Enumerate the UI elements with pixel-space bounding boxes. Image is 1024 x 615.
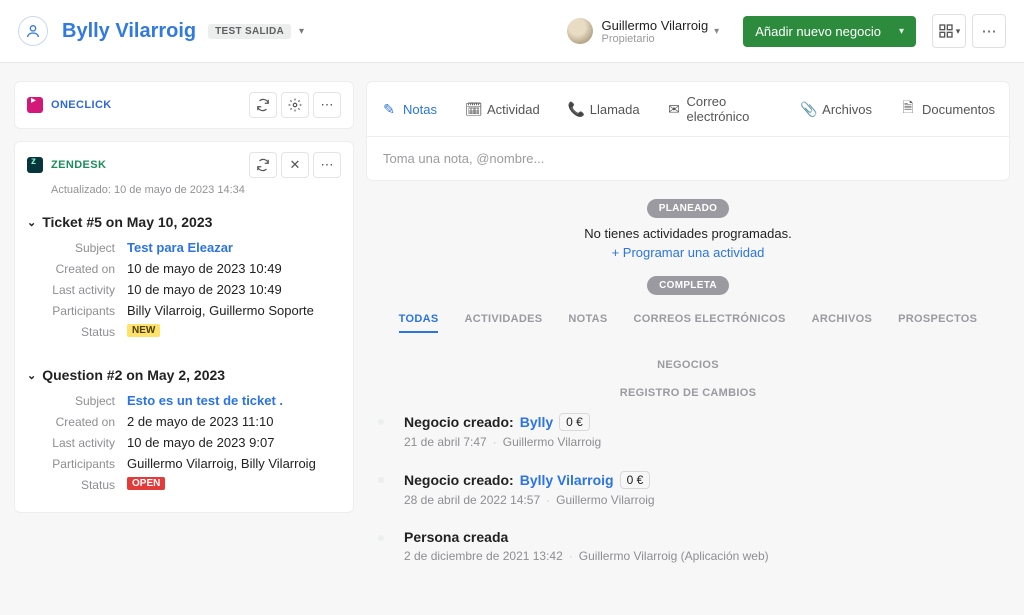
refresh-button[interactable] <box>249 92 277 118</box>
contact-tag[interactable]: TEST SALIDA <box>208 24 291 39</box>
integration-card-zendesk: ZENDESK ✕ ⋯ Actualizado: 10 de mayo de 2… <box>14 141 354 513</box>
activity-filter-tabs: TODAS ACTIVIDADES NOTAS CORREOS ELECTRÓN… <box>366 313 1010 377</box>
schedule-activity-link[interactable]: + Programar una actividad <box>366 245 1010 260</box>
owner-avatar-icon <box>567 18 593 44</box>
owner-role: Propietario <box>601 33 708 45</box>
filter-negocios[interactable]: NEGOCIOS <box>657 359 719 377</box>
ticket-toggle[interactable]: ⌄ Ticket #5 on May 10, 2023 <box>27 214 341 230</box>
compose-card: ✎Notas 🗓Actividad 📞Llamada ✉Correo elect… <box>366 81 1010 181</box>
timeline-dot-icon <box>376 475 386 485</box>
filter-todas[interactable]: TODAS <box>399 313 439 333</box>
add-deal-button[interactable]: Añadir nuevo negocio ▾ <box>743 16 916 47</box>
timeline-dot-icon <box>376 417 386 427</box>
tab-notes[interactable]: ✎Notas <box>367 82 451 136</box>
ticket-subject-link[interactable]: Esto es un test de ticket . <box>127 393 283 408</box>
clip-icon: 📎 <box>800 101 816 118</box>
deal-amount: 0 € <box>620 471 651 489</box>
mail-icon: ✉ <box>668 101 681 118</box>
timeline: Negocio creado: Bylly 0 € 21 de abril 7:… <box>366 413 1010 563</box>
doc-icon: 🗎 <box>900 97 916 121</box>
deal-link[interactable]: Bylly Vilarroig <box>520 472 614 488</box>
owner-name: Guillermo Vilarroig <box>601 18 708 33</box>
note-icon: ✎ <box>381 101 397 118</box>
timeline-item: Negocio creado: Bylly 0 € 21 de abril 7:… <box>376 413 1000 449</box>
filter-notas[interactable]: NOTAS <box>568 313 607 333</box>
tab-documents[interactable]: 🗎Documentos <box>886 82 1009 136</box>
status-badge: OPEN <box>127 477 165 490</box>
filter-archivos[interactable]: ARCHIVOS <box>812 313 872 333</box>
deal-amount: 0 € <box>559 413 590 431</box>
integration-title[interactable]: ONECLICK <box>51 99 112 111</box>
complete-pill: COMPLETA <box>647 276 729 295</box>
person-icon <box>18 16 48 46</box>
tab-activity[interactable]: 🗓Actividad <box>451 82 554 136</box>
phone-icon: 📞 <box>568 101 584 118</box>
calendar-icon: 🗓 <box>465 101 481 118</box>
chevron-down-icon: ▾ <box>956 26 961 37</box>
owner-selector[interactable]: Guillermo Vilarroig Propietario ▾ <box>567 18 733 45</box>
ticket-subject-link[interactable]: Test para Eleazar <box>127 240 233 255</box>
compose-tabs: ✎Notas 🗓Actividad 📞Llamada ✉Correo elect… <box>367 82 1009 137</box>
refresh-button[interactable] <box>249 152 277 178</box>
integration-card-oneclick: ONECLICK ⋯ <box>14 81 354 129</box>
filter-prospectos[interactable]: PROSPECTOS <box>898 313 977 333</box>
contact-name[interactable]: Bylly Vilarroig <box>62 20 196 43</box>
settings-button[interactable] <box>281 92 309 118</box>
zendesk-icon <box>27 157 43 173</box>
tab-call[interactable]: 📞Llamada <box>554 82 654 136</box>
timeline-dot-icon <box>376 533 386 543</box>
chevron-down-icon: ⌄ <box>27 369 36 382</box>
empty-activity-text: No tienes actividades programadas. <box>366 226 1010 241</box>
planned-pill: PLANEADO <box>647 199 730 218</box>
tab-email[interactable]: ✉Correo electrónico <box>654 82 787 136</box>
note-input[interactable]: Toma una nota, @nombre... <box>367 137 1009 180</box>
filter-correos[interactable]: CORREOS ELECTRÓNICOS <box>634 313 786 333</box>
chevron-down-icon: ⌄ <box>27 216 36 229</box>
tags-chevron-icon[interactable]: ▾ <box>299 26 304 37</box>
tab-files[interactable]: 📎Archivos <box>786 82 886 136</box>
activity-panel: ✎Notas 🗓Actividad 📞Llamada ✉Correo elect… <box>366 81 1010 585</box>
integration-title[interactable]: ZENDESK <box>51 159 106 171</box>
timeline-item: Persona creada 2 de diciembre de 2021 13… <box>376 529 1000 563</box>
deal-link[interactable]: Bylly <box>520 414 553 430</box>
sidebar: ONECLICK ⋯ ZENDESK <box>14 81 354 525</box>
oneclick-icon <box>27 97 43 113</box>
timeline-item: Negocio creado: Bylly Vilarroig 0 € 28 d… <box>376 471 1000 507</box>
layout-toggle-button[interactable]: ▾ <box>932 14 966 48</box>
status-badge: NEW <box>127 324 160 337</box>
filter-cambios[interactable]: REGISTRO DE CAMBIOS <box>620 387 757 399</box>
page-header: Bylly Vilarroig TEST SALIDA ▾ Guillermo … <box>0 0 1024 63</box>
more-button[interactable]: ⋯ <box>313 152 341 178</box>
integration-updated: Actualizado: 10 de mayo de 2023 14:34 <box>15 184 353 206</box>
chevron-down-icon: ▾ <box>714 26 719 37</box>
ticket-block: ⌄ Ticket #5 on May 10, 2023 SubjectTest … <box>15 206 353 359</box>
more-menu-button[interactable]: ⋯ <box>972 14 1006 48</box>
close-button[interactable]: ✕ <box>281 152 309 178</box>
ticket-block: ⌄ Question #2 on May 2, 2023 SubjectEsto… <box>15 359 353 512</box>
chevron-down-icon: ▾ <box>899 26 904 37</box>
ticket-toggle[interactable]: ⌄ Question #2 on May 2, 2023 <box>27 367 341 383</box>
filter-actividades[interactable]: ACTIVIDADES <box>464 313 542 333</box>
more-button[interactable]: ⋯ <box>313 92 341 118</box>
